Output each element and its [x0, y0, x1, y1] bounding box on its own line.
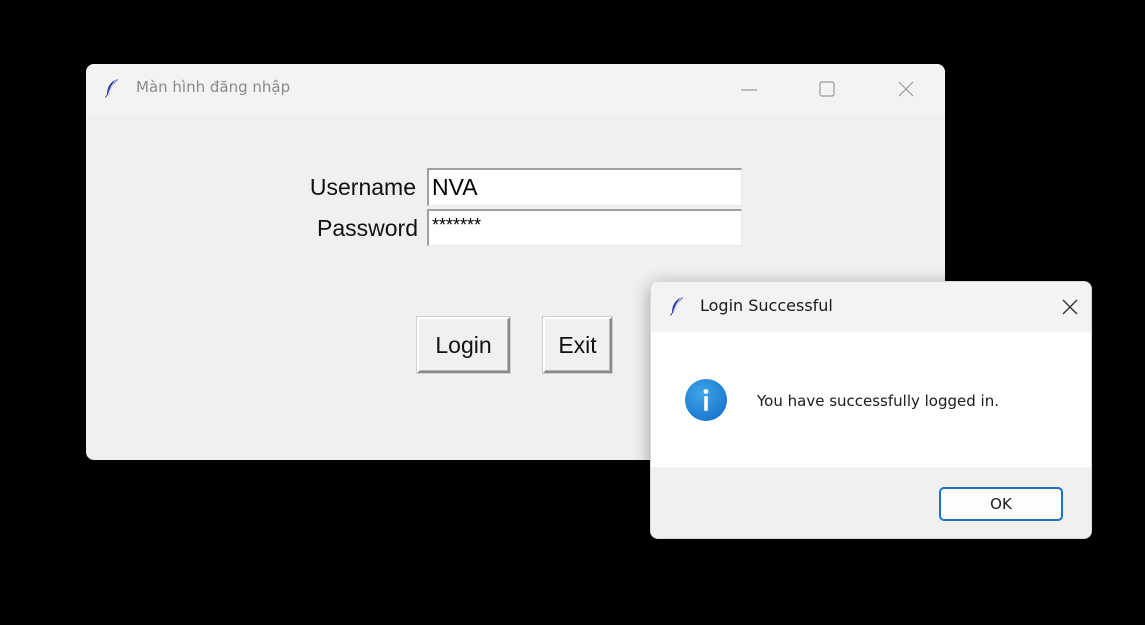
ok-button[interactable]: OK	[939, 487, 1063, 521]
close-icon	[1062, 299, 1078, 315]
dialog-footer: OK	[651, 467, 1091, 538]
close-icon	[898, 81, 914, 97]
minimize-button[interactable]	[726, 64, 772, 114]
login-window-title: Màn hình đăng nhập	[136, 78, 291, 96]
dialog-close-button[interactable]	[1047, 282, 1091, 332]
info-glyph	[703, 389, 709, 411]
maximize-icon	[819, 81, 835, 97]
close-button[interactable]	[883, 64, 929, 114]
exit-button[interactable]: Exit	[543, 317, 612, 373]
dialog-message: You have successfully logged in.	[757, 392, 999, 410]
feather-icon	[104, 78, 120, 98]
username-label: Username	[309, 174, 416, 200]
login-window-titlebar[interactable]: Màn hình đăng nhập	[86, 64, 945, 114]
login-success-dialog: Login Successful You have successfully l…	[650, 281, 1092, 539]
dialog-body: You have successfully logged in.	[651, 332, 1091, 467]
login-button[interactable]: Login	[417, 317, 510, 373]
info-icon	[685, 379, 727, 421]
dialog-titlebar[interactable]: Login Successful	[651, 282, 1091, 332]
minimize-icon	[741, 89, 757, 91]
username-input[interactable]: NVA	[427, 168, 742, 206]
dialog-title: Login Successful	[700, 296, 833, 315]
password-label: Password	[317, 215, 418, 241]
feather-icon	[669, 296, 685, 316]
maximize-button[interactable]	[804, 64, 850, 114]
password-input[interactable]: *******	[427, 209, 742, 246]
